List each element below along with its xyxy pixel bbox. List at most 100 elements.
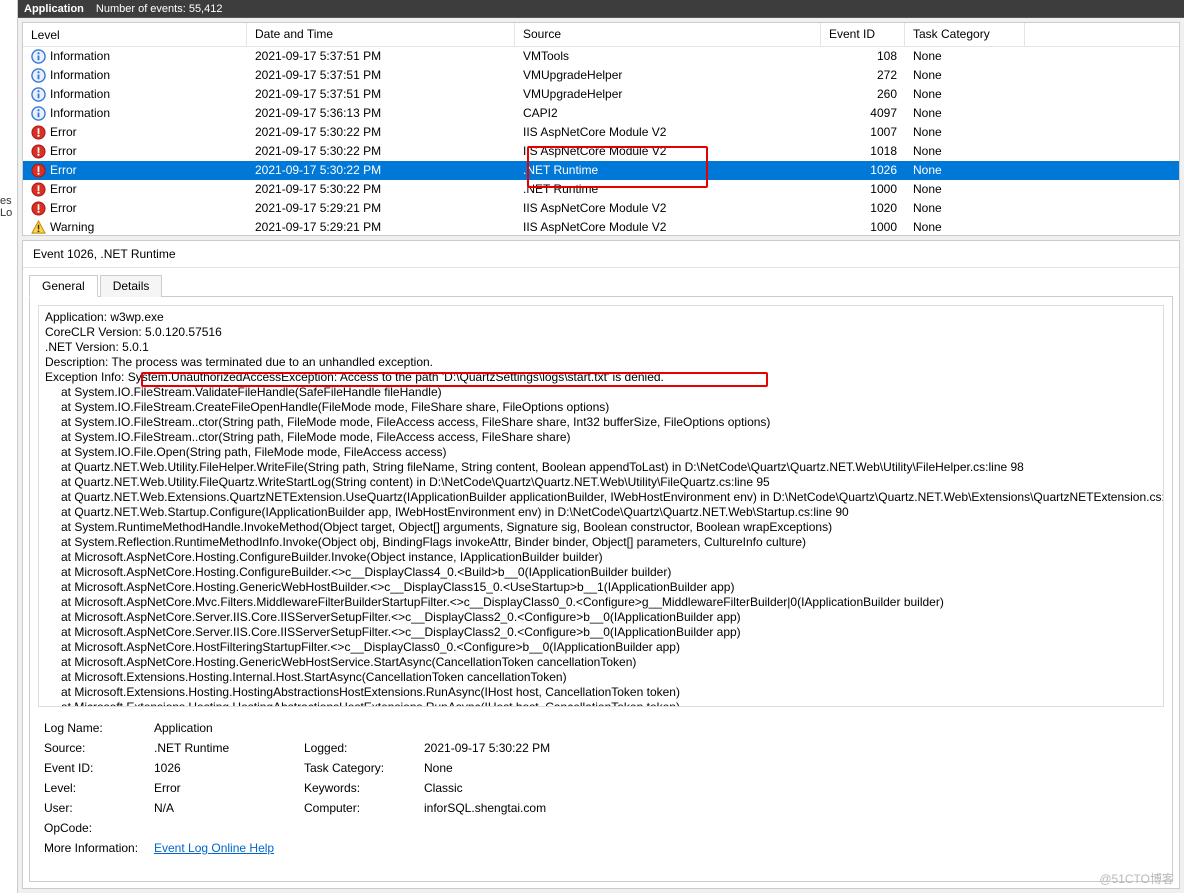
stack-line: at Quartz.NET.Web.Extensions.QuartzNETEx… [45,490,1157,505]
row-date: 2021-09-17 5:30:22 PM [247,142,515,161]
error-icon [31,201,46,216]
row-source: IIS AspNetCore Module V2 [515,199,821,218]
row-eventid: 4097 [821,104,905,123]
detail-title: Event 1026, .NET Runtime [23,241,1179,268]
stack-line: at Microsoft.AspNetCore.Hosting.GenericW… [45,580,1157,595]
row-level-text: Error [50,161,77,180]
col-header-date[interactable]: Date and Time [247,23,515,46]
exception-line: CoreCLR Version: 5.0.120.57516 [45,325,1157,340]
row-source: CAPI2 [515,104,821,123]
table-row[interactable]: Information2021-09-17 5:37:51 PMVMUpgrad… [23,85,1179,104]
table-row[interactable]: Information2021-09-17 5:37:51 PMVMTools1… [23,47,1179,66]
col-header-level[interactable]: Level [23,23,247,46]
col-header-task[interactable]: Task Category [905,23,1025,46]
row-date: 2021-09-17 5:37:51 PM [247,66,515,85]
row-eventid: 1018 [821,142,905,161]
table-row[interactable]: Error 2021-09-17 5:30:22 PMIIS AspNetCore… [23,123,1179,142]
row-level-text: Warning [50,218,94,235]
row-eventid: 1020 [821,199,905,218]
event-meta-grid: Log Name: Application Source: .NET Runti… [30,715,1172,863]
row-task: None [905,66,1025,85]
events-list-pane: Level Date and Time Source Event ID Task… [22,22,1180,236]
left-tree-cut: es Lo [0,0,18,893]
stack-line: at Microsoft.AspNetCore.Hosting.GenericW… [45,655,1157,670]
row-task: None [905,85,1025,104]
row-source: IIS AspNetCore Module V2 [515,142,821,161]
row-source: IIS AspNetCore Module V2 [515,123,821,142]
table-row[interactable]: Error2021-09-17 5:30:22 PM.NET Runtime10… [23,161,1179,180]
value-logged: 2021-09-17 5:30:22 PM [424,741,1158,755]
exception-text-scroll[interactable]: Application: w3wp.exeCoreCLR Version: 5.… [38,305,1164,707]
row-date: 2021-09-17 5:30:22 PM [247,161,515,180]
stack-line: at Microsoft.AspNetCore.HostFilteringSta… [45,640,1157,655]
label-opcode: OpCode: [44,821,154,835]
value-task-category: None [424,761,1158,775]
watermark: @51CTO博客 [1099,870,1174,887]
header-app-label: Application [24,1,84,17]
stack-line: at Quartz.NET.Web.Startup.Configure(IApp… [45,505,1157,520]
table-row[interactable]: Information2021-09-17 5:36:13 PMCAPI2409… [23,104,1179,123]
row-date: 2021-09-17 5:36:13 PM [247,104,515,123]
table-row[interactable]: Error 2021-09-17 5:30:22 PMIIS AspNetCore… [23,142,1179,161]
table-row[interactable]: Information 2021-09-17 5:37:51 PMVMUpgrad… [23,66,1179,85]
table-row[interactable]: Error2021-09-17 5:29:21 PMIIS AspNetCore… [23,199,1179,218]
row-level-text: Information [50,47,110,66]
row-task: None [905,180,1025,199]
table-row[interactable]: Error2021-09-17 5:30:22 PM.NET Runtime10… [23,180,1179,199]
tab-general-body: Application: w3wp.exeCoreCLR Version: 5.… [29,296,1173,882]
event-detail-pane: Event 1026, .NET Runtime General Details… [22,240,1180,889]
label-event-id: Event ID: [44,761,154,775]
stack-line: at System.IO.FileStream.CreateFileOpenHa… [45,400,1157,415]
col-header-eventid[interactable]: Event ID [821,23,905,46]
row-task: None [905,218,1025,235]
events-header-row[interactable]: Level Date and Time Source Event ID Task… [23,23,1179,47]
exception-line: Exception Info: System.UnauthorizedAcces… [45,370,1157,385]
row-date: 2021-09-17 5:29:21 PM [247,218,515,235]
stack-line: at Microsoft.AspNetCore.Server.IIS.Core.… [45,610,1157,625]
stack-line: at Quartz.NET.Web.Utility.FileHelper.Wri… [45,460,1157,475]
row-level-text: Error [50,123,77,142]
row-level-text: Information [50,66,110,85]
value-keywords: Classic [424,781,1158,795]
row-eventid: 1000 [821,180,905,199]
stack-line: at System.IO.FileStream..ctor(String pat… [45,430,1157,445]
value-log-name: Application [154,721,304,735]
label-level: Level: [44,781,154,795]
info-icon [31,106,46,121]
error-icon [31,163,46,178]
label-logged: Logged: [304,741,424,755]
stack-line: at System.IO.FileStream..ctor(String pat… [45,415,1157,430]
row-task: None [905,142,1025,161]
row-task: None [905,123,1025,142]
table-row[interactable]: Warning2021-09-17 5:29:21 PMIIS AspNetCo… [23,218,1179,235]
value-computer: inforSQL.shengtai.com [424,801,1158,815]
row-eventid: 1000 [821,218,905,235]
detail-tabs: General Details [23,268,1179,296]
value-source: .NET Runtime [154,741,304,755]
row-source: .NET Runtime [515,161,821,180]
info-icon [31,49,46,64]
row-source: .NET Runtime [515,180,821,199]
row-source: VMUpgradeHelper [515,66,821,85]
exception-line: Application: w3wp.exe [45,310,1157,325]
row-date: 2021-09-17 5:37:51 PM [247,85,515,104]
col-header-source[interactable]: Source [515,23,821,46]
stack-line: at Microsoft.Extensions.Hosting.Internal… [45,670,1157,685]
row-date: 2021-09-17 5:30:22 PM [247,123,515,142]
tab-general[interactable]: General [29,275,98,297]
row-source: VMTools [515,47,821,66]
label-computer: Computer: [304,801,424,815]
label-more-info: More Information: [44,841,154,855]
exception-line: .NET Version: 5.0.1 [45,340,1157,355]
pane-header: Application Number of events: 55,412 [18,0,1184,18]
stack-line: at System.IO.FileStream.ValidateFileHand… [45,385,1157,400]
events-body[interactable]: Information 2021-09-17 5:37:51 PMVMTools 1… [23,47,1179,235]
row-eventid: 1007 [821,123,905,142]
stack-line: at Quartz.NET.Web.Utility.FileQuartz.Wri… [45,475,1157,490]
warn-icon [31,220,46,235]
link-event-log-help[interactable]: Event Log Online Help [154,841,274,855]
label-user: User: [44,801,154,815]
row-level-text: Error [50,142,77,161]
row-eventid: 260 [821,85,905,104]
tab-details[interactable]: Details [100,275,163,297]
